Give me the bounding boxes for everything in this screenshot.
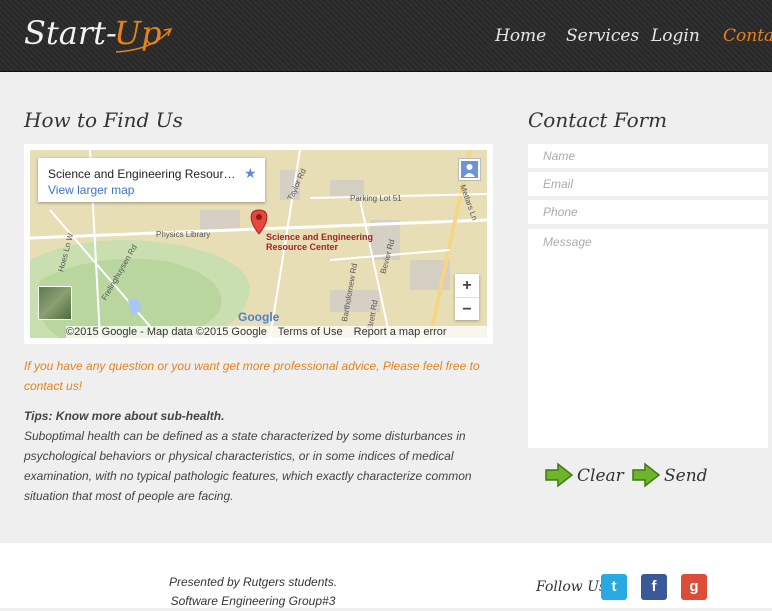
tips-block: Tips: Know more about sub-health. Subopt… [24,406,494,506]
map-zoom-control: + − [455,274,479,320]
follow-us-label: Follow Us: [536,579,611,595]
arrow-right-icon [632,462,661,488]
zoom-out-button[interactable]: − [455,298,479,321]
tips-heading: Tips: Know more about sub-health. [24,409,225,423]
map-report-link[interactable]: Report a map error [354,326,447,338]
map-label: Parking Lot 51 [350,194,402,203]
google-logo: Google [238,310,279,324]
find-us-heading: How to Find Us [24,108,183,132]
google-plus-icon[interactable]: g [681,574,707,600]
pin-label-line1: Science and Engineering [266,232,374,242]
send-label: Send [664,466,708,486]
footer-line1: Presented by Rutgers students. [168,575,338,589]
footer-credits: Presented by Rutgers students. Software … [120,573,386,611]
map-pin-label: Science and Engineering Resource Center [266,232,373,252]
footer-line2: Software Engineering Group#3 [170,594,336,608]
google-logo-text: Google [238,310,280,324]
street-view-person-icon[interactable] [458,158,481,181]
star-icon[interactable]: ★ [244,165,257,182]
map-canvas[interactable]: Physics Library Parking Lot 51 Taylor Rd… [30,150,487,338]
logo-swoosh-icon [115,28,173,53]
arrow-right-icon [545,462,574,488]
twitter-icon[interactable]: t [601,574,627,600]
name-field[interactable]: Name [528,144,768,168]
map-label: Physics Library [156,230,211,239]
pin-label-line2: Resource Center [266,242,339,252]
satellite-toggle-thumbnail[interactable] [38,286,72,320]
place-title: Science and Engineering Resourc... [48,167,238,181]
view-larger-map-link[interactable]: View larger map [48,183,134,197]
map-place-card: Science and Engineering Resourc... View … [38,158,265,202]
clear-button[interactable]: Clear [544,462,624,488]
nav-login[interactable]: Login [651,26,700,46]
message-field[interactable]: Message [528,229,768,448]
site-footer: Presented by Rutgers students. Software … [0,543,772,608]
tips-body: Suboptimal health can be defined as a st… [24,429,472,503]
site-header: Start- Up Home Services Login Contacts [0,0,772,72]
map-attribution-bar: ©2015 Google - Map data ©2015 Google Ter… [66,326,487,338]
contact-form-heading: Contact Form [528,108,668,132]
email-field[interactable]: Email [528,172,768,196]
nav-contacts[interactable]: Contacts [723,26,772,46]
facebook-icon[interactable]: f [641,574,667,600]
zoom-in-button[interactable]: + [455,274,479,297]
map-terms-link[interactable]: Terms of Use [278,326,343,338]
nav-services[interactable]: Services [566,26,639,46]
clear-label: Clear [577,466,624,486]
contact-intro-text: If you have any question or you want get… [24,359,480,393]
phone-field[interactable]: Phone [528,200,768,224]
map-embed[interactable]: Physics Library Parking Lot 51 Taylor Rd… [24,144,493,344]
map-attribution: ©2015 Google - Map data ©2015 Google [66,326,267,338]
send-button[interactable]: Send [631,462,708,488]
nav-home[interactable]: Home [495,26,546,46]
